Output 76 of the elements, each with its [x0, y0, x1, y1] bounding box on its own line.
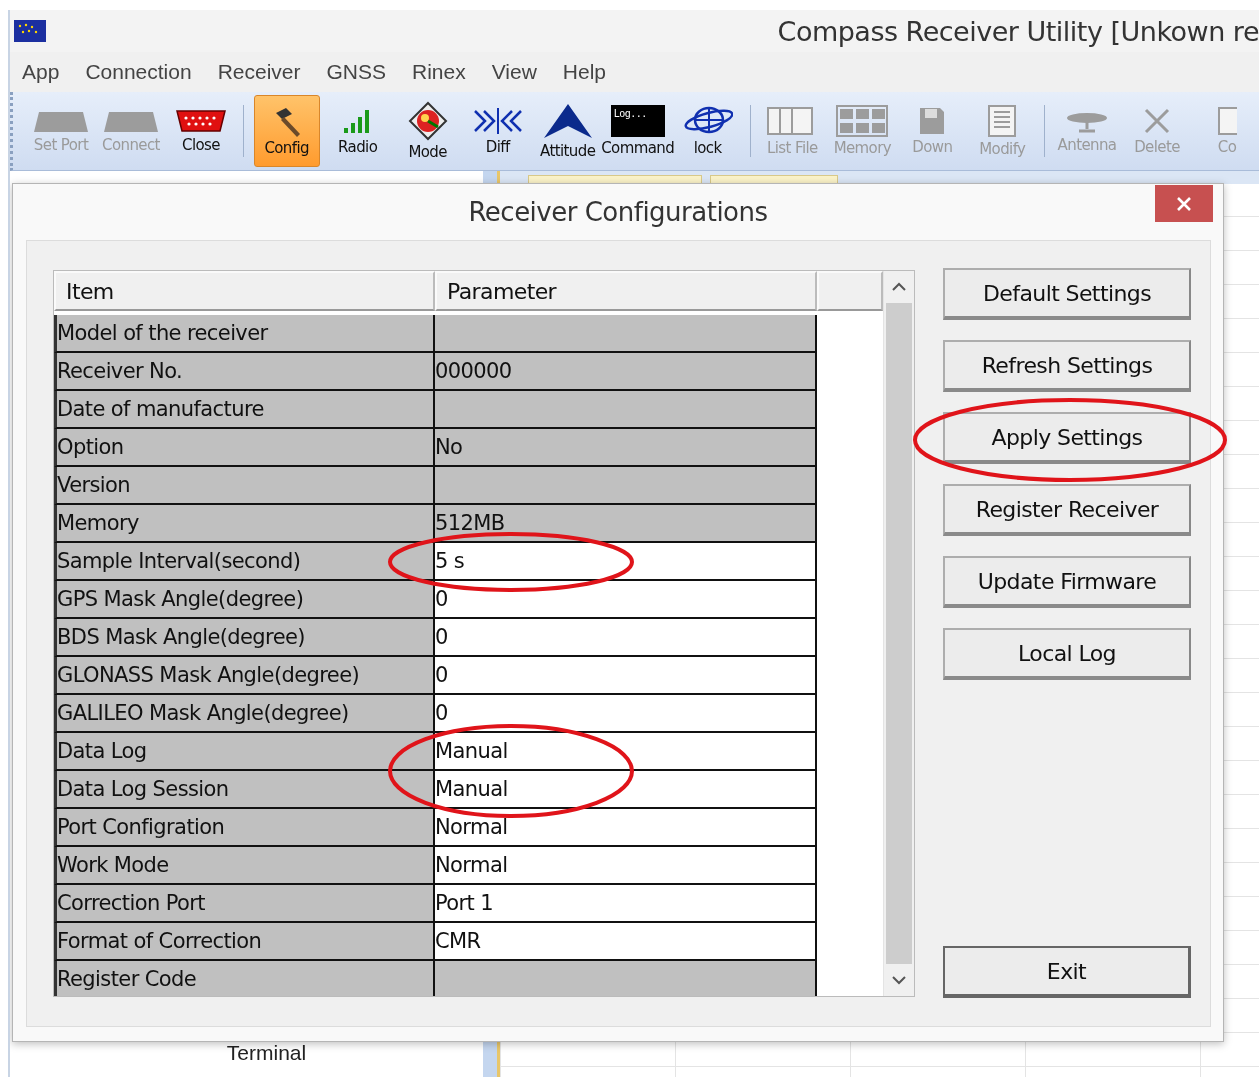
dialog-button[interactable]: Default Settings	[943, 268, 1191, 320]
app-flag-icon	[14, 20, 46, 42]
toolbar-button[interactable]: Attitude	[535, 96, 600, 166]
compass-diamond-icon	[407, 101, 448, 141]
table-cell: Receiver No.	[54, 353, 435, 391]
toolbar-button[interactable]: Diff	[465, 96, 530, 166]
table-cell: BDS Mask Angle(degree)	[54, 619, 435, 657]
menu-item[interactable]: App	[22, 60, 60, 84]
table-cell[interactable]: CMR	[435, 923, 817, 961]
table-cell[interactable]: 512MB	[435, 505, 817, 543]
table-cell: Format of Correction	[54, 923, 435, 961]
table-cell: Data Log	[54, 733, 435, 771]
table-cell: Data Log Session	[54, 771, 435, 809]
column-header[interactable]: Parameter	[435, 271, 817, 311]
table-cell[interactable]: 5 s	[435, 543, 817, 581]
close-icon	[1176, 195, 1192, 212]
table-cell[interactable]	[435, 315, 817, 353]
menu-item[interactable]: GNSS	[326, 60, 386, 84]
scrollbar-thumb[interactable]	[886, 303, 912, 964]
table-cell: Version	[54, 467, 435, 505]
table-cell[interactable]: 0	[435, 657, 817, 695]
window-title: Compass Receiver Utility [Unkown re	[777, 15, 1259, 47]
table-cell[interactable]: Manual	[435, 771, 817, 809]
terminal-screen-icon: Log...	[610, 105, 665, 137]
table-cell: GLONASS Mask Angle(degree)	[54, 657, 435, 695]
table-cell: Correction Port	[54, 885, 435, 923]
table-cell[interactable]: Port 1	[435, 885, 817, 923]
dialog-button[interactable]: Exit	[943, 946, 1191, 998]
table-cell[interactable]: 0	[435, 695, 817, 733]
panel-label: Terminal	[226, 1041, 307, 1065]
menu-item[interactable]: Receiver	[217, 60, 301, 84]
serial-connector-icon	[174, 108, 228, 134]
table-cell: Memory	[54, 505, 435, 543]
grid-icon	[836, 105, 889, 137]
table-cell[interactable]: 000000	[435, 353, 817, 391]
box-icon	[1217, 106, 1237, 136]
dialog-button[interactable]: Local Log	[943, 628, 1191, 680]
toolbar-button[interactable]: lock	[675, 96, 740, 166]
dialog-button[interactable]: Register Receiver	[943, 484, 1191, 536]
dialog-button[interactable]: Update Firmware	[943, 556, 1191, 608]
menu-item[interactable]: View	[491, 60, 537, 84]
column-header[interactable]	[817, 271, 883, 311]
table-cell: Model of the receiver	[54, 315, 435, 353]
menu-item[interactable]: Rinex	[412, 60, 466, 84]
table-cell[interactable]: Normal	[435, 847, 817, 885]
table-cell[interactable]	[435, 391, 817, 429]
menu-item[interactable]: Help	[562, 60, 607, 84]
close-x-icon	[1142, 106, 1172, 136]
table-cell[interactable]	[435, 467, 817, 505]
table-cell: Work Mode	[54, 847, 435, 885]
column-header[interactable]: Item	[54, 271, 435, 311]
table-cell: Date of manufacture	[54, 391, 435, 429]
table-cell[interactable]: 0	[435, 619, 817, 657]
menu-item[interactable]: Connection	[85, 60, 192, 84]
table-cell[interactable]: No	[435, 429, 817, 467]
arrows-icon	[471, 106, 524, 136]
arrowhead-icon	[541, 102, 594, 140]
notepad-icon	[987, 104, 1018, 138]
toolbar-button[interactable]: Radio	[325, 96, 390, 166]
table-cell[interactable]	[435, 961, 817, 996]
toolbar-button[interactable]: Config	[253, 95, 320, 167]
dialog-button[interactable]: Apply Settings	[943, 412, 1191, 464]
table-cell: GPS Mask Angle(degree)	[54, 581, 435, 619]
toolbar-button[interactable]: Mode	[395, 96, 460, 166]
close-button[interactable]	[1155, 185, 1213, 222]
dialog-button[interactable]: Refresh Settings	[943, 340, 1191, 392]
dialog-title: Receiver Configurations	[468, 197, 768, 227]
table-cell[interactable]: Manual	[435, 733, 817, 771]
table-cell: Register Code	[54, 961, 435, 996]
table-cell: Port Configration	[54, 809, 435, 847]
table-cell: Option	[54, 429, 435, 467]
table-cell: GALILEO Mask Angle(degree)	[54, 695, 435, 733]
table-cell[interactable]: Normal	[435, 809, 817, 847]
toolbar-button[interactable]: Close	[169, 96, 233, 166]
table-cell[interactable]: 0	[435, 581, 817, 619]
table-cell: Sample Interval(second)	[54, 543, 435, 581]
